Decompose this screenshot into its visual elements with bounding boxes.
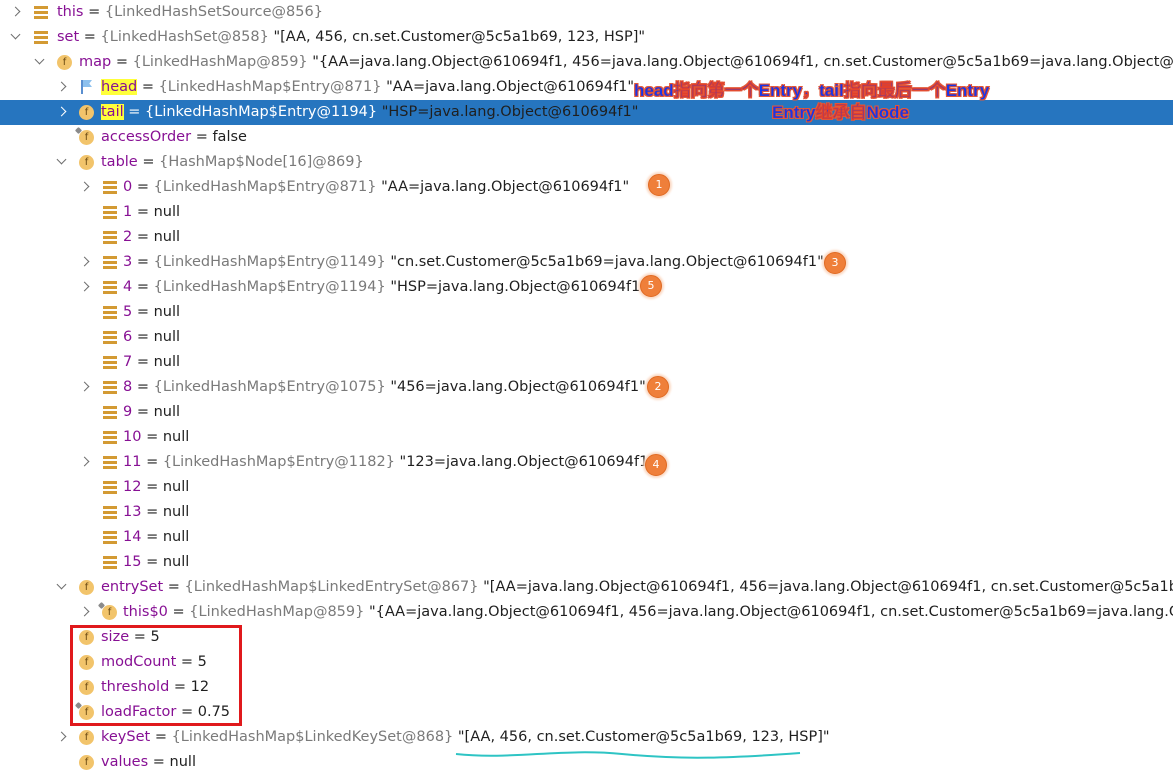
collapse-arrow-icon[interactable] bbox=[56, 575, 68, 600]
order-badge-5: 5 bbox=[640, 275, 662, 297]
var-ref: {LinkedHashSetSource@856} bbox=[104, 4, 323, 20]
list-icon bbox=[103, 406, 117, 419]
flag-icon bbox=[80, 80, 93, 94]
tree-row-this0[interactable]: f this$0 = {LinkedHashMap@859} "{AA=java… bbox=[0, 600, 1173, 625]
field-icon: f bbox=[79, 155, 94, 170]
list-icon bbox=[103, 431, 117, 444]
collapse-arrow-icon[interactable] bbox=[10, 25, 22, 50]
list-icon bbox=[103, 481, 117, 494]
tree-row-table-6[interactable]: 6 = null bbox=[0, 325, 1173, 350]
expand-arrow-icon[interactable] bbox=[10, 0, 22, 25]
tree-row-table-1[interactable]: 1 = null bbox=[0, 200, 1173, 225]
underline-annotation bbox=[455, 751, 801, 759]
tree-row-accessOrder[interactable]: f accessOrder = false bbox=[0, 125, 1173, 150]
var-name: this bbox=[57, 4, 84, 20]
expand-arrow-icon[interactable] bbox=[79, 250, 91, 275]
list-icon bbox=[34, 6, 48, 19]
order-badge-1: 1 bbox=[648, 174, 670, 196]
list-icon bbox=[103, 381, 117, 394]
tree-row-table-13[interactable]: 13 = null bbox=[0, 500, 1173, 525]
list-icon bbox=[103, 206, 117, 219]
list-icon bbox=[103, 281, 117, 294]
expand-arrow-icon[interactable] bbox=[56, 725, 68, 750]
tree-row-table-5[interactable]: 5 = null bbox=[0, 300, 1173, 325]
list-icon bbox=[103, 331, 117, 344]
tree-row-table-0[interactable]: 0 = {LinkedHashMap$Entry@871} "AA=java.l… bbox=[0, 175, 1173, 200]
tree-row-table-7[interactable]: 7 = null bbox=[0, 350, 1173, 375]
list-icon bbox=[103, 556, 117, 569]
tree-row-tail[interactable]: f tail = {LinkedHashMap$Entry@1194} "HSP… bbox=[0, 100, 1173, 125]
list-icon bbox=[103, 456, 117, 469]
collapse-arrow-icon[interactable] bbox=[56, 150, 68, 175]
tree-row-table[interactable]: f table = {HashMap$Node[16]@869} bbox=[0, 150, 1173, 175]
expand-arrow-icon[interactable] bbox=[79, 600, 91, 625]
tree-row-table-9[interactable]: 9 = null bbox=[0, 400, 1173, 425]
list-icon bbox=[103, 506, 117, 519]
field-icon: f bbox=[79, 105, 94, 120]
list-icon bbox=[103, 231, 117, 244]
tree-row-table-3[interactable]: 3 = {LinkedHashMap$Entry@1149} "cn.set.C… bbox=[0, 250, 1173, 275]
tree-row-table-15[interactable]: 15 = null bbox=[0, 550, 1173, 575]
expand-arrow-icon[interactable] bbox=[79, 450, 91, 475]
order-badge-2: 2 bbox=[647, 376, 669, 398]
expand-arrow-icon[interactable] bbox=[56, 100, 68, 125]
expand-arrow-icon[interactable] bbox=[79, 275, 91, 300]
field-icon: f bbox=[79, 755, 94, 770]
field-icon: f bbox=[57, 55, 72, 70]
tree-row-table-12[interactable]: 12 = null bbox=[0, 475, 1173, 500]
list-icon bbox=[103, 531, 117, 544]
tree-row-table-4[interactable]: 4 = {LinkedHashMap$Entry@1194} "HSP=java… bbox=[0, 275, 1173, 300]
highlight-box bbox=[70, 625, 242, 726]
tree-row-table-11[interactable]: 11 = {LinkedHashMap$Entry@1182} "123=jav… bbox=[0, 450, 1173, 475]
field-icon: f bbox=[102, 605, 117, 620]
list-icon bbox=[103, 181, 117, 194]
annotation-entry-node: Entry继承自Node bbox=[772, 103, 909, 122]
expand-arrow-icon[interactable] bbox=[79, 375, 91, 400]
collapse-arrow-icon[interactable] bbox=[34, 50, 46, 75]
tree-row-entrySet[interactable]: f entrySet = {LinkedHashMap$LinkedEntryS… bbox=[0, 575, 1173, 600]
tree-row-table-2[interactable]: 2 = null bbox=[0, 225, 1173, 250]
tree-row-set[interactable]: set = {LinkedHashSet@858} "[AA, 456, cn.… bbox=[0, 25, 1173, 50]
tree-row-table-10[interactable]: 10 = null bbox=[0, 425, 1173, 450]
list-icon bbox=[103, 356, 117, 369]
tree-row-this[interactable]: this = {LinkedHashSetSource@856} bbox=[0, 0, 1173, 25]
tree-row-table-14[interactable]: 14 = null bbox=[0, 525, 1173, 550]
field-icon: f bbox=[79, 730, 94, 745]
tree-row-head[interactable]: head = {LinkedHashMap$Entry@871} "AA=jav… bbox=[0, 75, 1173, 100]
tree-row-table-8[interactable]: 8 = {LinkedHashMap$Entry@1075} "456=java… bbox=[0, 375, 1173, 400]
list-icon bbox=[34, 31, 48, 44]
list-icon bbox=[103, 306, 117, 319]
expand-arrow-icon[interactable] bbox=[56, 75, 68, 100]
list-icon bbox=[103, 256, 117, 269]
field-icon: f bbox=[79, 130, 94, 145]
field-icon: f bbox=[79, 580, 94, 595]
order-badge-4: 4 bbox=[645, 454, 667, 476]
order-badge-3: 3 bbox=[824, 252, 846, 274]
tree-row-map[interactable]: f map = {LinkedHashMap@859} "{AA=java.la… bbox=[0, 50, 1173, 75]
expand-arrow-icon[interactable] bbox=[79, 175, 91, 200]
